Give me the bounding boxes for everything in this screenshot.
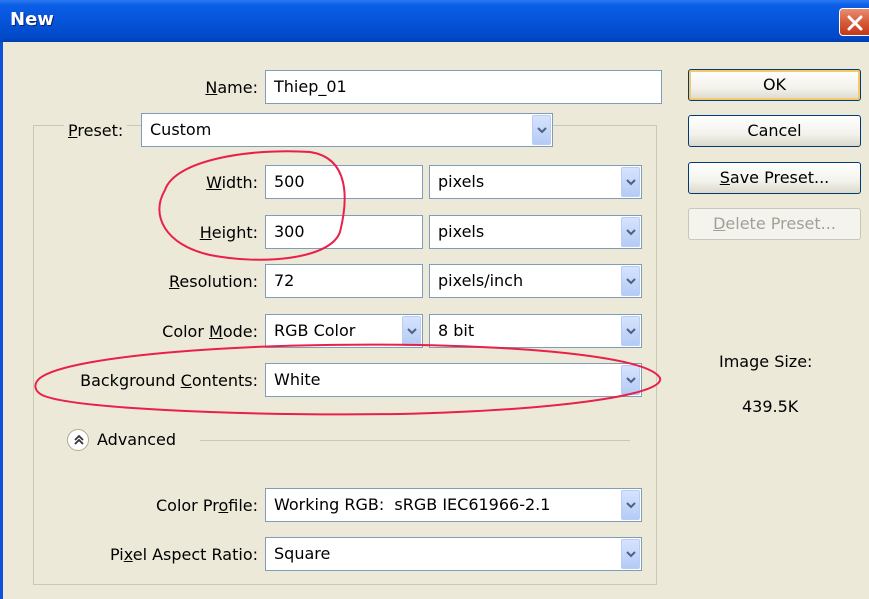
background-contents-label: Background Contents: [80,371,258,390]
save-preset-button[interactable]: Save Preset... [688,162,861,194]
advanced-toggle[interactable] [67,429,89,451]
height-field[interactable]: 300 [265,215,423,249]
chevron-down-icon [407,328,417,335]
ok-button[interactable]: OK [688,69,861,101]
height-unit-value: pixels [438,222,485,241]
chevron-down-icon [537,127,547,134]
chevron-down-icon [626,328,636,335]
resolution-label: Resolution: [169,272,258,291]
delete-preset-button[interactable]: Delete Preset... [688,208,861,240]
pixel-aspect-ratio-dropdown[interactable]: Square [265,537,642,571]
width-unit-arrow[interactable] [621,167,640,197]
background-contents-value: White [274,370,321,389]
resolution-unit-arrow[interactable] [621,266,640,296]
color-profile-value: Working RGB: sRGB IEC61966-2.1 [274,495,551,514]
color-profile-dropdown[interactable]: Working RGB: sRGB IEC61966-2.1 [265,488,642,522]
background-contents-dropdown[interactable]: White [265,363,642,397]
close-icon [847,15,863,31]
height-unit-arrow[interactable] [621,217,640,247]
chevron-down-icon [626,229,636,236]
height-unit-dropdown[interactable]: pixels [429,215,642,249]
close-button[interactable] [839,8,869,36]
preset-dropdown-arrow[interactable] [532,115,551,145]
width-field[interactable]: 500 [265,165,423,199]
advanced-label[interactable]: Advanced [97,430,176,449]
resolution-unit-dropdown[interactable]: pixels/inch [429,264,642,298]
double-chevron-up-icon [74,434,84,445]
color-mode-dropdown[interactable]: RGB Color [265,314,423,348]
width-value: 500 [274,172,305,191]
bit-depth-value: 8 bit [438,321,475,340]
preset-label: Preset: [64,121,128,140]
color-profile-label: Color Profile: [155,496,258,515]
pixel-aspect-ratio-arrow[interactable] [621,539,640,569]
pixel-aspect-ratio-label: Pixel Aspect Ratio: [109,545,258,564]
name-label: Name: [205,78,258,97]
color-mode-value: RGB Color [274,321,356,340]
background-contents-arrow[interactable] [621,365,640,395]
chevron-down-icon [626,278,636,285]
pixel-aspect-ratio-value: Square [274,544,331,563]
chevron-down-icon [626,502,636,509]
name-value: Thiep_01 [274,77,347,96]
bit-depth-dropdown[interactable]: 8 bit [429,314,642,348]
bit-depth-arrow[interactable] [621,316,640,346]
chevron-down-icon [626,551,636,558]
preset-dropdown[interactable]: Custom [141,113,553,147]
chevron-down-icon [626,179,636,186]
advanced-separator [200,440,630,441]
image-size-value: 439.5K [742,397,799,416]
preset-value: Custom [150,120,212,139]
height-label: Height: [199,223,258,242]
width-label: Width: [206,173,258,192]
width-unit-dropdown[interactable]: pixels [429,165,642,199]
title-bar: New [0,0,869,42]
name-field[interactable]: Thiep_01 [265,70,662,104]
height-value: 300 [274,222,305,241]
resolution-unit-value: pixels/inch [438,271,524,290]
color-mode-label: Color Mode: [162,322,258,341]
cancel-button[interactable]: Cancel [688,115,861,147]
chevron-down-icon [626,377,636,384]
resolution-value: 72 [274,271,295,290]
image-size-label: Image Size: [719,352,813,371]
width-unit-value: pixels [438,172,485,191]
resolution-field[interactable]: 72 [265,264,423,298]
preset-group-line [565,125,657,126]
color-profile-arrow[interactable] [621,490,640,520]
window-title: New [10,9,54,30]
color-mode-arrow[interactable] [402,316,421,346]
